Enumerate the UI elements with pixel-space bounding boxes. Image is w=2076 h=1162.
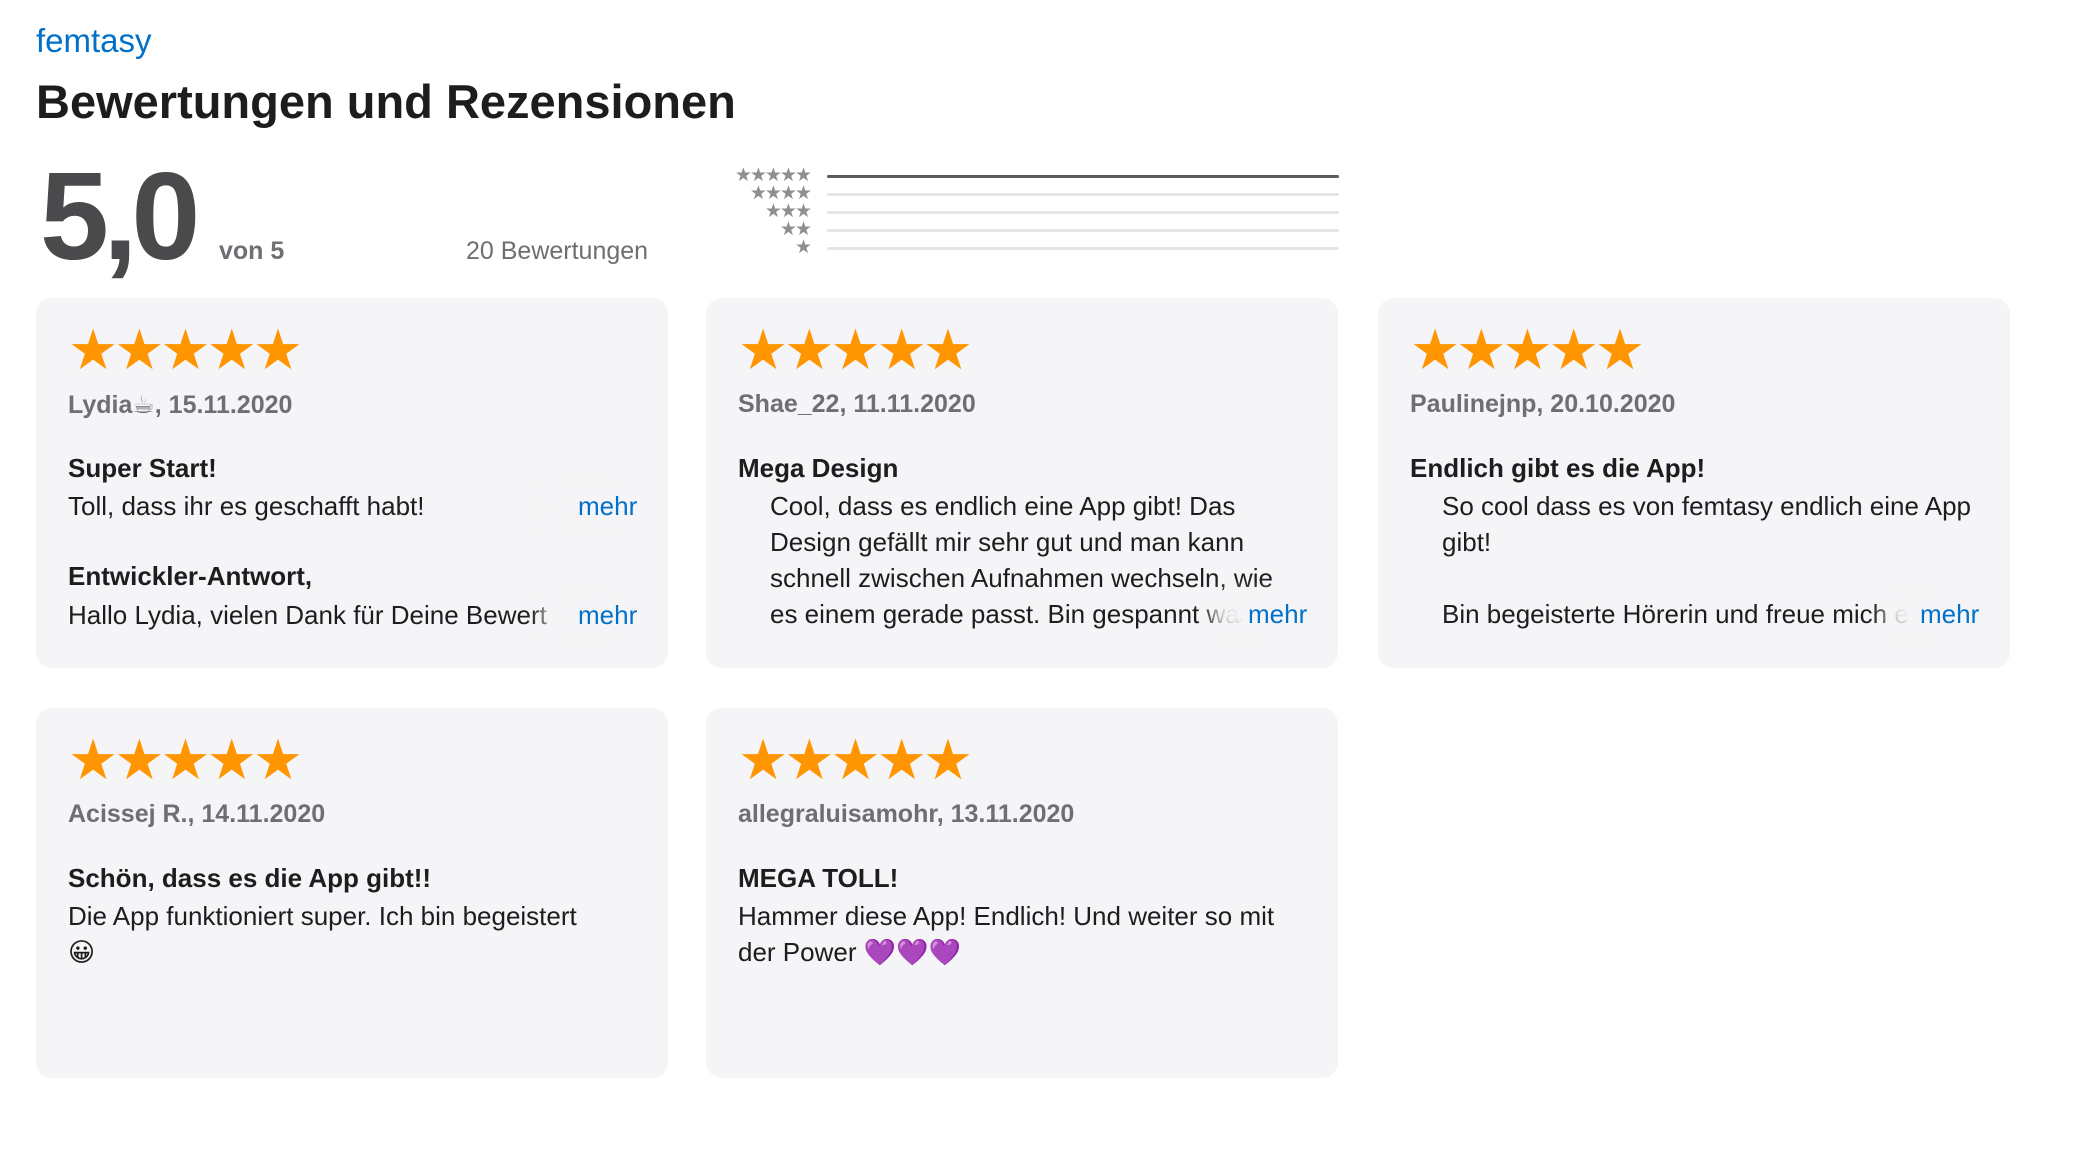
- review-card: ★★★★★ Shae_22, 11.11.2020 Mega Design Co…: [706, 298, 1338, 668]
- average-score: 5,0: [40, 148, 200, 286]
- review-more-link[interactable]: mehr: [1242, 596, 1308, 632]
- star-rating-icon: ★★★★★: [68, 318, 303, 381]
- review-title: Endlich gibt es die App!: [1410, 453, 1706, 483]
- star-rating-icon: ★★★★★: [68, 728, 303, 791]
- histogram-track: [827, 175, 1339, 178]
- review-author-date: allegraluisamohr, 13.11.2020: [738, 800, 1075, 828]
- review-body: Hammer diese App! Endlich! Und weiter so…: [738, 901, 1275, 967]
- review-title: Mega Design: [738, 453, 899, 483]
- review-card: ★★★★★ allegraluisamohr, 13.11.2020 MEGA …: [706, 708, 1338, 1078]
- review-title: MEGA TOLL!: [738, 863, 899, 893]
- histogram-track: [827, 193, 1339, 196]
- star-icon: ★: [794, 237, 812, 258]
- developer-response-more-link[interactable]: mehr: [572, 597, 638, 633]
- review-author-date: Acissej R., 14.11.2020: [68, 800, 326, 828]
- review-title: Schön, dass es die App gibt!!: [68, 863, 432, 893]
- star-rating-icon: ★★★★★: [738, 318, 973, 381]
- histogram-track: [827, 229, 1339, 232]
- review-body: Toll, dass ihr es geschafft habt!: [68, 491, 425, 521]
- rating-summary: 5,0 von 5 20 Bewertungen: [36, 155, 676, 285]
- histogram-row-1: ★: [700, 237, 1340, 258]
- histogram-fill: [827, 175, 1339, 178]
- star-rating-icon: ★★★★★: [738, 728, 973, 791]
- review-card: ★★★★★ Lydia☕, 15.11.2020 Super Start! To…: [36, 298, 668, 668]
- review-author-date: Shae_22, 11.11.2020: [738, 390, 976, 418]
- review-title: Super Start!: [68, 453, 217, 483]
- ratings-count: 20 Bewertungen: [466, 237, 649, 265]
- app-name-link[interactable]: femtasy: [36, 22, 152, 60]
- histogram-track: [827, 247, 1339, 250]
- histogram-track: [827, 211, 1339, 214]
- review-more-link[interactable]: mehr: [572, 488, 638, 524]
- review-body: Die App funktioniert super. Ich bin bege…: [68, 901, 577, 967]
- rating-histogram: ★★★★★ ★★★★ ★★★ ★★ ★: [700, 166, 1340, 262]
- star-rating-icon: ★★★★★: [1410, 318, 1645, 381]
- page-title: Bewertungen und Rezensionen: [36, 75, 736, 128]
- review-more-link[interactable]: mehr: [1914, 596, 1980, 632]
- score-out-of: von 5: [219, 237, 285, 265]
- review-card: ★★★★★ Paulinejnp, 20.10.2020 Endlich gib…: [1378, 298, 2010, 668]
- review-author-date: Lydia☕, 15.11.2020: [68, 391, 293, 419]
- review-card: ★★★★★ Acissej R., 14.11.2020 Schön, dass…: [36, 708, 668, 1078]
- developer-response-title: Entwickler-Antwort,: [68, 561, 313, 591]
- developer-response-body: Hallo Lydia, vielen Dank für Deine Bewer…: [68, 600, 547, 630]
- review-author-date: Paulinejnp, 20.10.2020: [1410, 390, 1676, 418]
